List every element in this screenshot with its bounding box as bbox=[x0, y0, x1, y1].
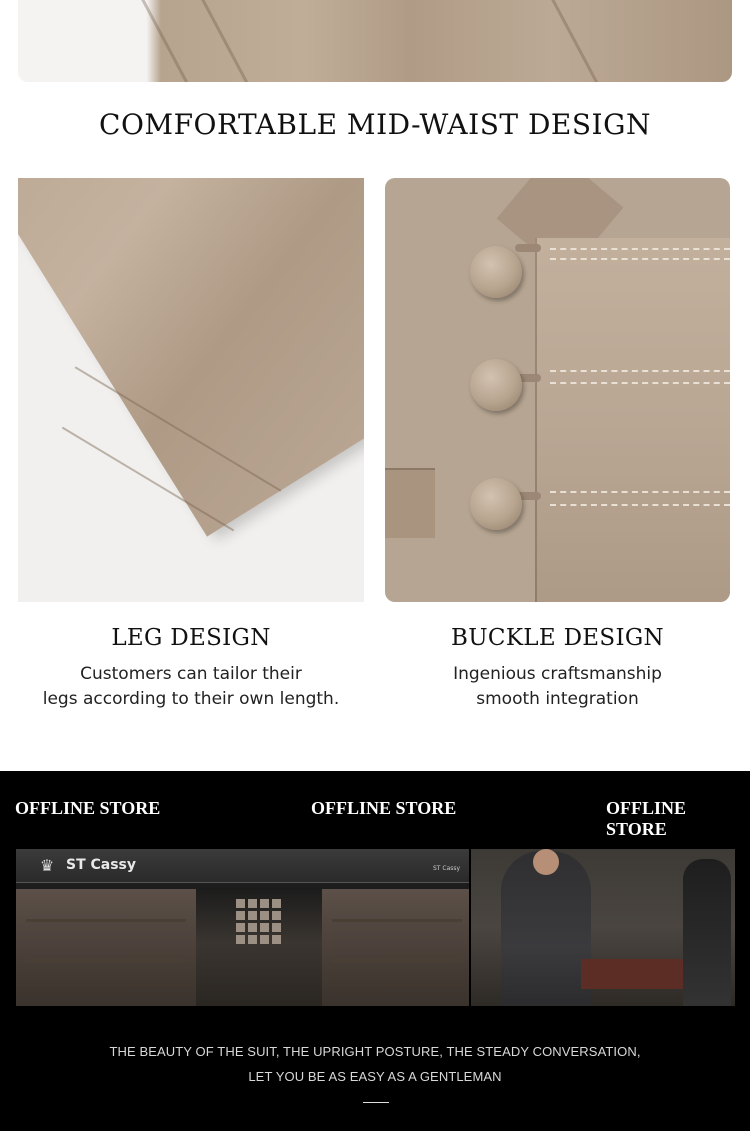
offline-store-section: OFFLINE STORE OFFLINE STORE OFFLINE STOR… bbox=[0, 771, 750, 1131]
brand-logo-small: ST Cassy bbox=[433, 865, 461, 872]
buckle-design-description: Ingenious craftsmanship smooth integrati… bbox=[453, 664, 662, 709]
brand-logo-icon: ♛ bbox=[39, 856, 55, 875]
leg-design-title: LEG DESIGN bbox=[111, 625, 271, 651]
offline-store-label: OFFLINE STORE bbox=[311, 798, 457, 818]
jacket-button bbox=[470, 478, 522, 530]
store-quote-line: LET YOU BE AS EASY AS A GENTLEMAN bbox=[248, 1069, 502, 1084]
buckle-design-photo bbox=[385, 178, 730, 602]
divider bbox=[363, 1102, 389, 1103]
leg-design-description: Customers can tailor their legs accordin… bbox=[42, 664, 340, 709]
offline-store-label: OFFLINE STORE bbox=[606, 798, 687, 839]
store-front-photo: ♛ ST Cassy ST Cassy bbox=[16, 849, 469, 1006]
buckle-design-title: BUCKLE DESIGN bbox=[451, 625, 664, 651]
trouser-waist-photo bbox=[18, 0, 732, 82]
store-sign: ♛ ST Cassy ST Cassy bbox=[16, 849, 469, 883]
store-quote-line: THE BEAUTY OF THE SUIT, THE UPRIGHT POST… bbox=[109, 1044, 641, 1059]
store-interior-photo bbox=[471, 849, 735, 1006]
leg-design-photo bbox=[18, 178, 364, 602]
section-heading: COMFORTABLE MID-WAIST DESIGN bbox=[99, 108, 651, 141]
jacket-button bbox=[470, 359, 522, 411]
brand-logo-text: ST Cassy bbox=[66, 857, 137, 873]
offline-store-label: OFFLINE STORE bbox=[15, 798, 161, 818]
jacket-button bbox=[470, 246, 522, 298]
